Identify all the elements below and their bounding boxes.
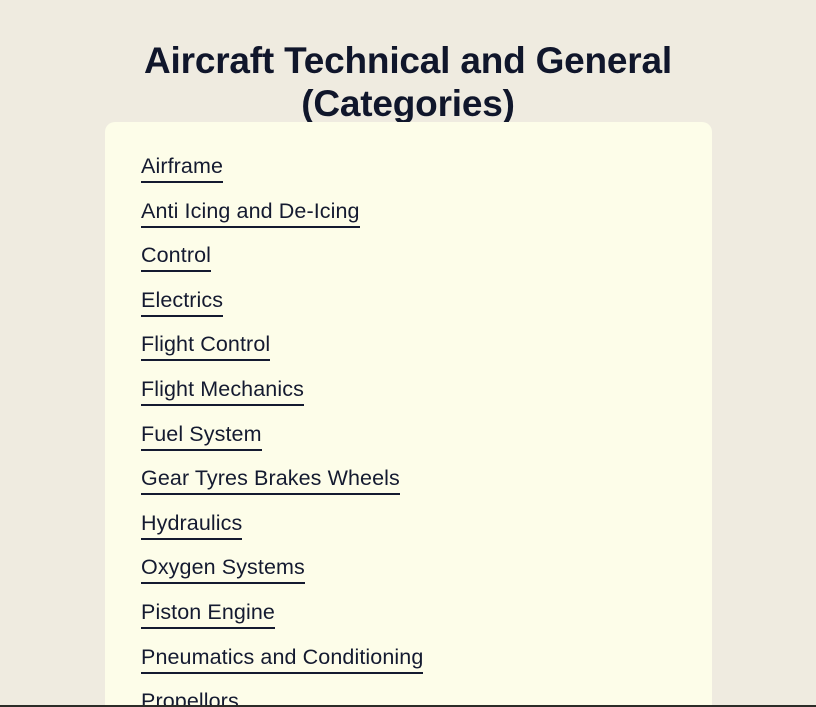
category-link-control[interactable]: Control xyxy=(141,243,212,273)
list-item: Fuel System xyxy=(105,412,712,457)
category-link-airframe[interactable]: Airframe xyxy=(141,154,224,183)
page-title-line-1: Aircraft Technical and General xyxy=(144,39,672,81)
list-item: Hydraulics xyxy=(105,501,712,546)
category-link-flight-control[interactable]: Flight Control xyxy=(141,332,271,362)
list-item: Airframe xyxy=(105,144,712,189)
list-item: Pneumatics and Conditioning xyxy=(105,635,712,680)
list-item: Oxygen Systems xyxy=(105,545,712,590)
list-item: Flight Control xyxy=(105,322,712,367)
category-link-hydraulics[interactable]: Hydraulics xyxy=(141,510,243,540)
list-item: Anti Icing and De-Icing xyxy=(105,189,712,234)
category-link-oxygen-systems[interactable]: Oxygen Systems xyxy=(141,555,305,585)
category-link-fuel-system[interactable]: Fuel System xyxy=(141,421,262,451)
list-item: Gear Tyres Brakes Wheels xyxy=(105,456,712,501)
category-link-propellors[interactable]: Propellors xyxy=(141,689,239,705)
page-title-line-2: (Categories) xyxy=(301,83,515,125)
category-link-gear-tyres-brakes-wheels[interactable]: Gear Tyres Brakes Wheels xyxy=(141,466,400,496)
category-link-piston-engine[interactable]: Piston Engine xyxy=(141,599,275,629)
list-item: Propellors xyxy=(105,679,712,705)
category-link-electrics[interactable]: Electrics xyxy=(141,287,224,317)
category-list: Airframe Anti Icing and De-Icing Control… xyxy=(105,122,712,705)
category-link-pneumatics-and-conditioning[interactable]: Pneumatics and Conditioning xyxy=(141,644,424,674)
category-link-anti-icing-and-de-icing[interactable]: Anti Icing and De-Icing xyxy=(141,198,360,228)
page-title: Aircraft Technical and General (Categori… xyxy=(0,39,816,126)
list-item: Flight Mechanics xyxy=(105,367,712,412)
list-item: Control xyxy=(105,233,712,278)
page-root: Aircraft Technical and General (Categori… xyxy=(0,0,816,707)
list-item: Piston Engine xyxy=(105,590,712,635)
category-link-flight-mechanics[interactable]: Flight Mechanics xyxy=(141,376,304,406)
list-item: Electrics xyxy=(105,278,712,323)
category-card: Airframe Anti Icing and De-Icing Control… xyxy=(105,122,712,705)
